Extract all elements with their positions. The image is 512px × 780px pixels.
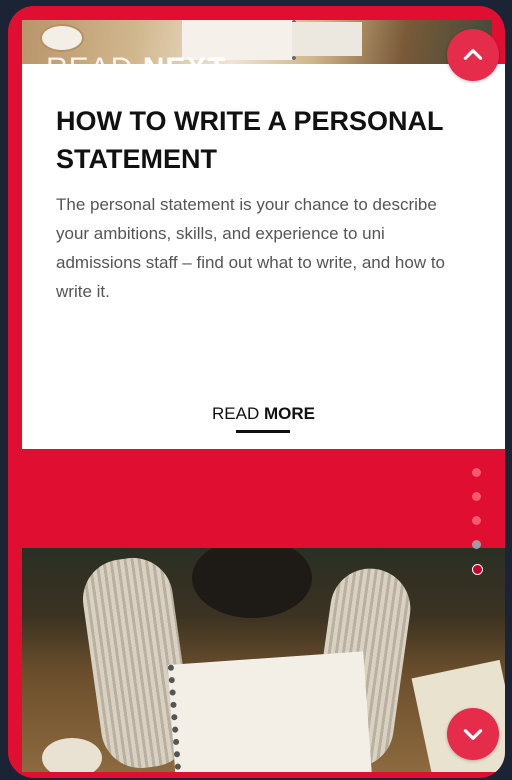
pagination-dots [472, 468, 486, 590]
pagination-dot[interactable] [472, 468, 481, 477]
person-head-image [192, 548, 312, 618]
chevron-up-icon [463, 49, 483, 60]
notepad-image [292, 22, 362, 56]
chevron-down-icon [463, 729, 483, 740]
coffee-cup-image [40, 24, 84, 52]
article-description: The personal statement is your chance to… [56, 195, 446, 301]
read-more-link[interactable]: READ MORE [212, 404, 315, 424]
article-card: HOW TO WRITE A PERSONAL STATEMENT The pe… [22, 64, 505, 449]
article-title: HOW TO WRITE A PERSONAL STATEMENT [56, 106, 444, 174]
next-article-photo[interactable] [22, 548, 505, 772]
mug-image [42, 738, 102, 772]
scroll-down-button[interactable] [447, 708, 499, 760]
pagination-dot[interactable] [472, 540, 481, 549]
pagination-dot[interactable] [472, 492, 481, 501]
read-more-underline [236, 430, 290, 433]
carousel-frame: READ NEXT HOW TO WRITE A PERSONAL STATEM… [8, 6, 505, 778]
pagination-dot[interactable] [472, 516, 481, 525]
read-more-prefix: READ [212, 404, 260, 423]
read-more-bold: MORE [263, 404, 315, 423]
notebook-image [167, 651, 373, 772]
pagination-dot-active[interactable] [472, 564, 483, 575]
scroll-up-button[interactable] [447, 29, 499, 81]
